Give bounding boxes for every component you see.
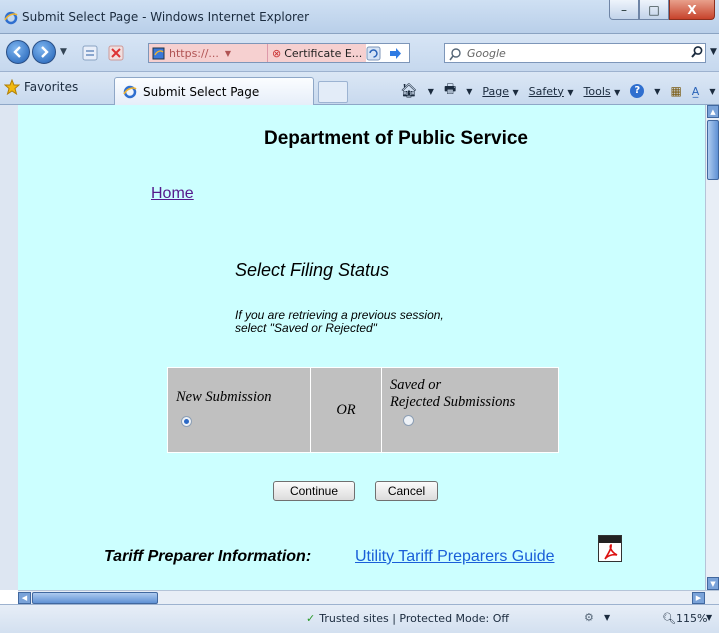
saved-rejected-radio[interactable] — [403, 415, 414, 426]
vertical-scrollbar[interactable]: ▲ ▼ — [705, 105, 719, 590]
safety-menu-chevron-icon: ▼ — [567, 87, 574, 97]
retrieve-note: If you are retrieving a previous session… — [235, 309, 444, 335]
page-content: Department of Public Service Home Select… — [0, 105, 719, 590]
help-icon[interactable]: ? — [630, 84, 645, 98]
navigation-bar: ▼ https://... ▼ ⊗ Certificate E... Googl… — [0, 34, 719, 72]
minimize-button[interactable]: – — [609, 0, 639, 20]
window-title: Submit Select Page - Windows Internet Ex… — [22, 10, 310, 24]
research-icon[interactable]: ▦ — [670, 84, 681, 98]
translate-dropdown-icon[interactable]: ▼ — [709, 87, 715, 96]
forward-button[interactable] — [32, 40, 56, 64]
help-dropdown-icon[interactable]: ▼ — [654, 87, 660, 96]
retrieve-note-line2: select "Saved or Rejected" — [235, 321, 377, 335]
address-url[interactable]: https://... ▼ — [149, 44, 267, 62]
new-tab-button[interactable] — [318, 81, 348, 103]
page-heading: Department of Public Service — [264, 128, 528, 149]
scroll-down-icon[interactable]: ▼ — [707, 577, 719, 590]
stop-icon[interactable] — [108, 45, 124, 61]
forward-arrow-icon — [41, 46, 49, 58]
translate-icon[interactable]: A̲ — [692, 85, 700, 98]
ie-logo-icon — [4, 11, 18, 25]
protected-mode-icon[interactable]: ⚙ — [584, 611, 594, 624]
search-icon[interactable] — [690, 45, 704, 59]
favorites-star-icon — [4, 79, 20, 95]
search-provider-icon — [449, 48, 461, 61]
filing-status-options: New Submission OR Saved or Rejected Subm… — [167, 367, 559, 453]
scroll-left-icon[interactable]: ◀ — [18, 592, 31, 604]
page-menu-chevron-icon: ▼ — [512, 87, 519, 97]
tab-command-bar: Favorites Submit Select Page 🏠︎ ▼ 🖶︎ ▼ Pag… — [0, 72, 719, 105]
tools-menu-chevron-icon: ▼ — [614, 87, 621, 97]
address-dropdown-icon[interactable]: ▼ — [225, 49, 231, 58]
or-cell: OR — [310, 367, 382, 453]
zoom-dropdown-icon[interactable]: ▼ — [706, 613, 712, 622]
tariff-guide-link[interactable]: Utility Tariff Preparers Guide — [355, 548, 554, 566]
command-bar: 🏠︎ ▼ 🖶︎ ▼ Page ▼ Safety ▼ Tools ▼ ? ▼ ▦ A̲ ▼ — [400, 80, 715, 102]
scroll-right-icon[interactable]: ▶ — [692, 592, 705, 604]
new-submission-radio[interactable] — [181, 416, 192, 427]
new-submission-cell: New Submission — [167, 367, 311, 453]
refresh-icon[interactable] — [366, 46, 381, 61]
go-arrow-icon[interactable] — [388, 46, 403, 61]
address-bar[interactable]: https://... ▼ ⊗ Certificate E... — [148, 43, 410, 63]
tools-menu[interactable]: Tools ▼ — [584, 85, 621, 98]
security-zone[interactable]: ✓ Trusted sites | Protected Mode: Off — [306, 612, 509, 625]
pdf-icon[interactable] — [598, 535, 622, 562]
home-link[interactable]: Home — [151, 185, 194, 203]
certificate-error-icon: ⊗ — [272, 46, 282, 60]
scroll-up-icon[interactable]: ▲ — [707, 105, 719, 118]
or-label: OR — [336, 401, 356, 418]
tariff-preparer-label: Tariff Preparer Information: — [104, 548, 312, 565]
home-dropdown-icon[interactable]: ▼ — [428, 87, 434, 96]
select-filing-status-title: Select Filing Status — [235, 260, 390, 280]
page-icon — [152, 47, 165, 60]
window-controls: – □ X — [609, 0, 715, 20]
close-button[interactable]: X — [669, 0, 715, 20]
search-dropdown-icon[interactable]: ▼ — [710, 47, 717, 57]
new-submission-label: New Submission — [176, 389, 272, 405]
checkmark-icon: ✓ — [306, 612, 316, 625]
page-menu[interactable]: Page ▼ — [482, 85, 518, 98]
cancel-button[interactable]: Cancel — [375, 481, 438, 501]
horizontal-scroll-thumb[interactable] — [32, 592, 158, 604]
certificate-error[interactable]: ⊗ Certificate E... — [267, 44, 367, 62]
home-icon[interactable]: 🏠︎ — [400, 83, 418, 99]
print-dropdown-icon[interactable]: ▼ — [466, 87, 472, 96]
print-icon[interactable]: 🖶︎ — [444, 80, 456, 102]
safety-menu[interactable]: Safety ▼ — [529, 85, 574, 98]
ie-tab-icon — [123, 85, 137, 98]
maximize-button[interactable]: □ — [639, 0, 669, 20]
saved-rejected-cell: Saved or Rejected Submissions — [381, 367, 559, 453]
window-titlebar: Submit Select Page - Windows Internet Ex… — [0, 0, 719, 34]
status-bar: ✓ Trusted sites | Protected Mode: Off ⚙ … — [0, 604, 719, 633]
continue-button[interactable]: Continue — [273, 481, 355, 501]
compatibility-view-icon[interactable] — [82, 45, 98, 61]
zoom-icon: 🔍︎ — [662, 612, 676, 625]
zoom-level[interactable]: 🔍︎115% — [662, 612, 707, 625]
vertical-scroll-thumb[interactable] — [707, 120, 719, 180]
saved-rejected-line1: Saved or — [390, 377, 442, 393]
back-arrow-icon — [13, 46, 21, 58]
tab-submit-select-page[interactable]: Submit Select Page — [114, 77, 314, 105]
saved-rejected-line2: Rejected Submissions — [390, 394, 516, 410]
horizontal-scrollbar[interactable]: ◀ ▶ — [18, 590, 719, 604]
search-box[interactable]: Google — [444, 43, 706, 63]
history-dropdown-icon[interactable]: ▼ — [60, 47, 67, 57]
favorites-button[interactable]: Favorites — [4, 79, 78, 95]
back-button[interactable] — [6, 40, 30, 64]
zone-dropdown-icon[interactable]: ▼ — [604, 613, 610, 622]
